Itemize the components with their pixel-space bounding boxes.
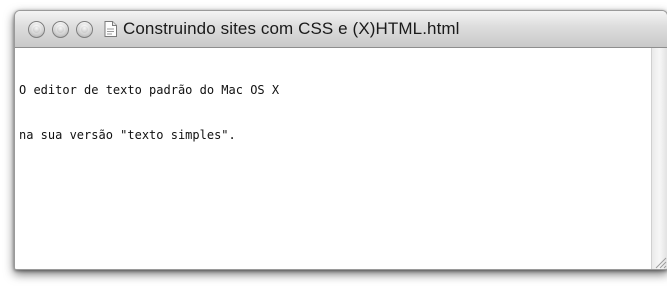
window-title: Construindo sites com CSS e (X)HTML.html <box>123 19 460 38</box>
close-button[interactable] <box>28 21 45 38</box>
text-editor-window: Construindo sites com CSS e (X)HTML.html… <box>14 10 667 270</box>
vertical-scrollbar[interactable] <box>651 48 667 269</box>
text-line[interactable]: na sua versão "texto simples". <box>19 128 651 143</box>
resize-grip-icon[interactable] <box>653 255 667 269</box>
document-icon[interactable] <box>104 21 117 37</box>
zoom-button[interactable] <box>76 21 93 38</box>
title-bar[interactable]: Construindo sites com CSS e (X)HTML.html <box>15 11 667 48</box>
text-line[interactable]: O editor de texto padrão do Mac OS X <box>19 83 651 98</box>
text-editor-content[interactable]: O editor de texto padrão do Mac OS X na … <box>15 48 651 269</box>
minimize-button[interactable] <box>52 21 69 38</box>
